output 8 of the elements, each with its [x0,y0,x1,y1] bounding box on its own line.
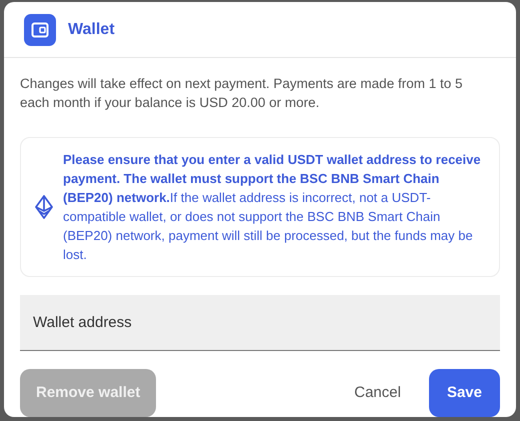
description-text: Changes will take effect on next payment. Payments are made from 1 to 5 each month if your balance is USD 20.00 or more. [20,75,464,112]
save-button[interactable]: Save [428,369,500,417]
diamond-icon [35,195,53,219]
wallet-icon [24,14,56,46]
wallet-address-field[interactable]: Wallet address [20,295,500,351]
cancel-button[interactable]: Cancel [344,369,411,417]
dialog-title: Wallet [68,20,115,40]
notice-text: Please ensure that you enter a valid USDT wallet address to receive payment. The wallet must support the BSC BNB Smart Chain (BEP20) network.If the wallet address is incorrect, not a USDT-compatible wallet, or does not support the BSC BNB Smart Chain (BEP20) network, payment will still be processed, but the funds may be lost. [63,151,482,264]
